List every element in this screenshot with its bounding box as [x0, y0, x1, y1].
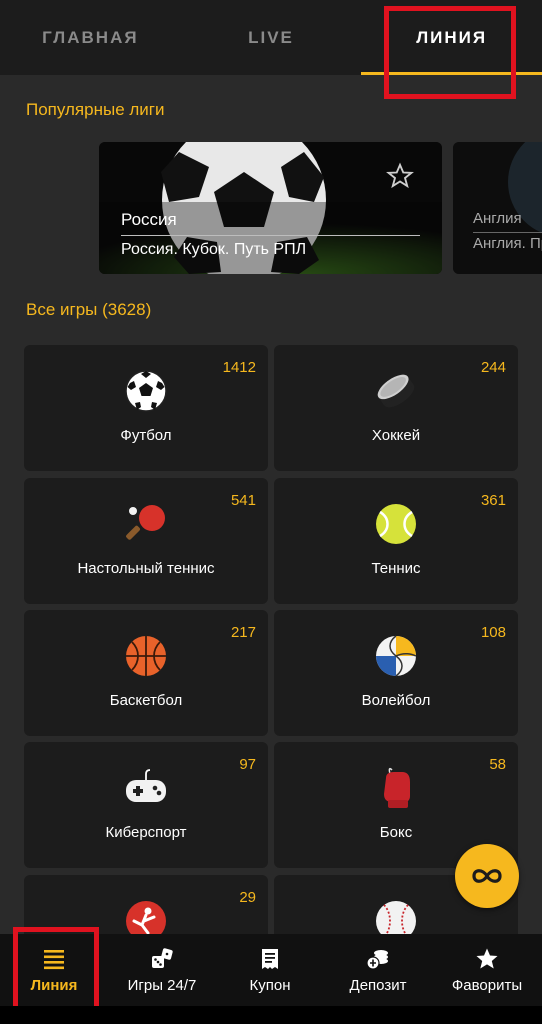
boxing-glove-icon: [384, 767, 410, 808]
sport-name: Киберспорт: [105, 824, 187, 841]
nav-label: Игры 24/7: [127, 976, 197, 994]
league-card[interactable]: Россия Россия. Кубок. Путь РПЛ: [99, 142, 442, 274]
league-country: Россия: [121, 210, 177, 229]
sport-name: Хоккей: [371, 427, 421, 444]
nav-label: Фавориты: [451, 976, 523, 994]
top-tabs: ГЛАВНАЯ LIVE ЛИНИЯ: [0, 0, 542, 75]
sport-card-basketball[interactable]: 217 Баскетбол: [24, 610, 268, 736]
sport-name: Настольный теннис: [77, 560, 215, 577]
event-count: 58: [489, 756, 506, 773]
league-card[interactable]: Англия Англия. Премьер-лига: [453, 142, 542, 274]
infinity-icon: [472, 869, 502, 883]
sport-card-volleyball[interactable]: 108 Волейбол: [274, 610, 518, 736]
sport-card-hockey[interactable]: 244 Хоккей: [274, 345, 518, 471]
nav-label: Линия: [30, 976, 78, 994]
gamepad-icon: [126, 769, 166, 802]
coins-icon: [366, 949, 388, 970]
fab-button[interactable]: [455, 844, 519, 908]
all-games-title: Все игры (3628): [26, 300, 152, 319]
league-country: Англия: [473, 210, 522, 227]
league-divider: [473, 232, 542, 233]
system-bar: [0, 1006, 542, 1024]
tab-line[interactable]: ЛИНИЯ: [361, 0, 542, 75]
soccer-photo-background: [453, 142, 542, 274]
event-count: 217: [230, 624, 256, 641]
dice-icon: [152, 947, 173, 968]
star-icon: [476, 948, 498, 968]
sport-card-tennis[interactable]: 361 Теннис: [274, 478, 518, 604]
nav-line[interactable]: Линия: [0, 934, 108, 1006]
league-tournament: Англия. Премьер-лига: [473, 235, 542, 252]
nav-favorites[interactable]: Фавориты: [432, 934, 542, 1006]
sport-name: Баскетбол: [109, 692, 183, 709]
nav-label: Купон: [249, 976, 291, 994]
popular-leagues-title: Популярные лиги: [26, 100, 165, 119]
tab-main[interactable]: ГЛАВНАЯ: [0, 0, 181, 75]
event-count: 108: [480, 624, 506, 641]
basketball-icon: [126, 636, 166, 676]
favorite-star-icon[interactable]: [386, 162, 414, 190]
sport-card-football[interactable]: 1412 Футбол: [24, 345, 268, 471]
hockey-puck-icon: [377, 374, 415, 408]
soccer-ball-icon: [125, 370, 167, 412]
list-icon: [44, 949, 64, 969]
event-count: 1412: [222, 359, 256, 376]
bottom-nav: Линия Игры 24/7 Купон Депозит Фавориты: [0, 934, 542, 1006]
popular-leagues-carousel[interactable]: Россия Россия. Кубок. Путь РПЛ Англия Ан…: [0, 142, 542, 276]
sport-card-esports[interactable]: 97 Киберспорт: [24, 742, 268, 868]
event-count: 361: [480, 492, 506, 509]
league-divider: [121, 235, 420, 236]
event-count: 244: [480, 359, 506, 376]
coupon-icon: [262, 948, 278, 969]
league-tournament: Россия. Кубок. Путь РПЛ: [121, 241, 307, 258]
sport-name: Футбол: [120, 427, 172, 444]
event-count: 541: [230, 492, 256, 509]
nav-deposit[interactable]: Депозит: [324, 934, 432, 1006]
event-count: 29: [239, 889, 256, 906]
sport-name: Теннис: [371, 560, 421, 577]
sport-name: Бокс: [379, 824, 413, 841]
nav-coupon[interactable]: Купон: [216, 934, 324, 1006]
sport-name: Волейбол: [361, 692, 431, 709]
table-tennis-icon: [126, 505, 165, 540]
event-count: 97: [239, 756, 256, 773]
sport-card-table-tennis[interactable]: 541 Настольный теннис: [24, 478, 268, 604]
nav-games-24-7[interactable]: Игры 24/7: [108, 934, 216, 1006]
tennis-ball-icon: [376, 504, 416, 544]
tab-live[interactable]: LIVE: [181, 0, 362, 75]
nav-label: Депозит: [349, 976, 407, 994]
volleyball-icon: [376, 635, 417, 677]
